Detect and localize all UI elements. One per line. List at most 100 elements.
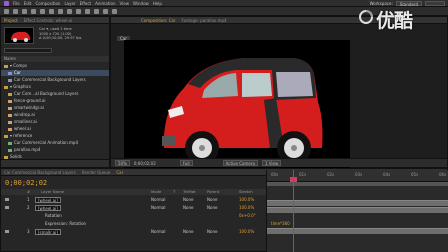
layer-bar-2[interactable] (267, 207, 448, 213)
timeline-graph[interactable]: 00s 01s 02s 03s 04s 05s 06s time*360 (266, 170, 448, 252)
layer-mode-dropdown[interactable]: Normal (151, 228, 165, 235)
current-time-display[interactable]: 0;00;02;02 (5, 179, 47, 187)
label-color-swatch[interactable] (4, 85, 8, 89)
tab-background-layers[interactable]: Car Commercial Background Layers (4, 170, 76, 175)
layer-name[interactable]: Expression: Rotation (45, 220, 86, 227)
tab-effect-controls[interactable]: Effect Controls: wheel.ai (24, 18, 73, 23)
layer-mode-dropdown[interactable]: Normal (151, 196, 165, 203)
views-dropdown[interactable]: 1 View (261, 160, 282, 166)
timeline-layer-row[interactable]: Rotation 0x+0.0° (1, 212, 267, 219)
visibility-eye-icon[interactable] (5, 198, 9, 201)
label-color-swatch[interactable] (8, 78, 12, 82)
visibility-eye-icon[interactable] (5, 214, 9, 217)
layer-name[interactable]: Rotation (45, 212, 62, 219)
layer-parent-dropdown[interactable]: None (207, 228, 217, 235)
timeline-layer-row[interactable]: 1 [wheel.ai] Normal None None 100.0% (1, 196, 267, 203)
camera-tool-icon[interactable] (40, 8, 45, 14)
menu-item[interactable]: View (120, 1, 130, 6)
playhead-line[interactable] (293, 170, 294, 252)
project-item[interactable]: ▾ Comps (1, 63, 109, 69)
label-color-swatch[interactable] (8, 127, 12, 131)
stamp-tool-icon[interactable] (94, 8, 99, 14)
label-color-swatch[interactable] (8, 92, 12, 96)
layer-stretch-value[interactable]: 100.0% (239, 196, 254, 203)
pan-behind-tool-icon[interactable] (49, 8, 54, 14)
zoom-tool-icon[interactable] (22, 8, 27, 14)
expression-text[interactable]: time*360 (271, 221, 290, 226)
timecode-display[interactable]: 0;00;02;02 (134, 161, 156, 166)
layer-trkmat-dropdown[interactable]: None (183, 204, 193, 211)
hand-tool-icon[interactable] (13, 8, 18, 14)
label-color-swatch[interactable] (8, 71, 12, 75)
menu-item[interactable]: Window (133, 1, 149, 6)
menu-item[interactable]: Edit (24, 1, 32, 6)
project-item[interactable]: parallax.mp4 (1, 147, 109, 153)
menu-item[interactable]: Animation (95, 1, 115, 6)
visibility-eye-icon[interactable] (5, 230, 9, 233)
project-item[interactable]: wheel.ai (1, 126, 109, 132)
project-item[interactable]: ▾ reference (1, 133, 109, 139)
menu-item[interactable]: Effect (80, 1, 92, 6)
rotate-tool-icon[interactable] (31, 8, 36, 14)
camera-dropdown[interactable]: Active Camera (222, 160, 258, 166)
visibility-eye-icon[interactable] (5, 222, 9, 225)
selection-tool-icon[interactable] (4, 8, 9, 14)
tab-composition-car[interactable]: Composition: Car (141, 18, 176, 23)
pen-tool-icon[interactable] (67, 8, 72, 14)
layer-bar-3[interactable] (267, 228, 448, 234)
layer-mode-dropdown[interactable]: Normal (151, 204, 165, 211)
label-color-swatch[interactable] (8, 106, 12, 110)
menu-item[interactable]: Help (153, 1, 162, 6)
menu-item[interactable]: Layer (64, 1, 75, 6)
timeline-layer-row[interactable]: 3 [smallr.ai] Normal None None 100.0% (1, 228, 267, 235)
project-item[interactable]: Car (1, 70, 109, 76)
work-area-bar[interactable] (267, 182, 448, 186)
brush-tool-icon[interactable] (85, 8, 90, 14)
project-item[interactable]: Car Commercial Background Layers (1, 77, 109, 83)
text-tool-icon[interactable] (76, 8, 81, 14)
menu-item[interactable]: Composition (35, 1, 60, 6)
project-column-header[interactable]: Name (1, 56, 109, 62)
eraser-tool-icon[interactable] (103, 8, 108, 14)
layer-name[interactable]: [smallr.ai] (35, 229, 61, 235)
timeline-layer-row[interactable]: 2 [wheel.ai] Normal None None 100.0% (1, 204, 267, 211)
timeline-layer-row[interactable]: Expression: Rotation (1, 220, 267, 227)
tab-render-queue[interactable]: Render Queue (82, 170, 111, 175)
tab-car-timeline[interactable]: Car (116, 170, 123, 175)
project-item[interactable]: fence-ground.ai (1, 98, 109, 104)
resolution-dropdown[interactable]: Full (179, 160, 193, 166)
layer-parent-dropdown[interactable]: None (207, 196, 217, 203)
layer-stretch-value[interactable]: 0x+0.0° (239, 212, 256, 219)
zoom-dropdown[interactable]: 50% (115, 160, 130, 166)
layer-stretch-value[interactable]: 100.0% (239, 204, 254, 211)
layer-bar-1[interactable] (267, 200, 448, 206)
mask-tool-icon[interactable] (58, 8, 63, 14)
layer-parent-dropdown[interactable]: None (207, 204, 217, 211)
puppet-tool-icon[interactable] (112, 8, 117, 14)
help-search-input[interactable] (425, 1, 445, 6)
project-item[interactable]: ▾ Graphics (1, 84, 109, 90)
label-color-swatch[interactable] (8, 99, 12, 103)
label-color-swatch[interactable] (4, 64, 8, 68)
composition-canvas[interactable] (124, 40, 350, 172)
menu-item[interactable]: File (13, 1, 20, 6)
project-item[interactable]: windrop.ai (1, 112, 109, 118)
layer-trkmat-dropdown[interactable]: None (183, 196, 193, 203)
layer-name[interactable]: [wheel.ai] (35, 205, 61, 211)
layer-name[interactable]: [wheel.ai] (35, 197, 61, 203)
label-color-swatch[interactable] (8, 120, 12, 124)
tab-project[interactable]: Project (4, 18, 18, 23)
label-color-swatch[interactable] (8, 148, 12, 152)
label-color-swatch[interactable] (8, 141, 12, 145)
project-item[interactable]: Car Com...al Background Layers (1, 91, 109, 97)
tab-footage-parallax[interactable]: Footage: parallax.mp4 (182, 18, 227, 23)
label-color-swatch[interactable] (8, 113, 12, 117)
visibility-eye-icon[interactable] (5, 206, 9, 209)
layer-trkmat-dropdown[interactable]: None (183, 228, 193, 235)
project-search-input[interactable] (4, 48, 52, 53)
project-item[interactable]: Car Commercial Animation.mp4 (1, 140, 109, 146)
project-item[interactable]: smalliner.ai (1, 119, 109, 125)
layer-stretch-value[interactable]: 100.0% (239, 228, 254, 235)
project-item[interactable]: smartwindgr.ai (1, 105, 109, 111)
label-color-swatch[interactable] (4, 134, 8, 138)
